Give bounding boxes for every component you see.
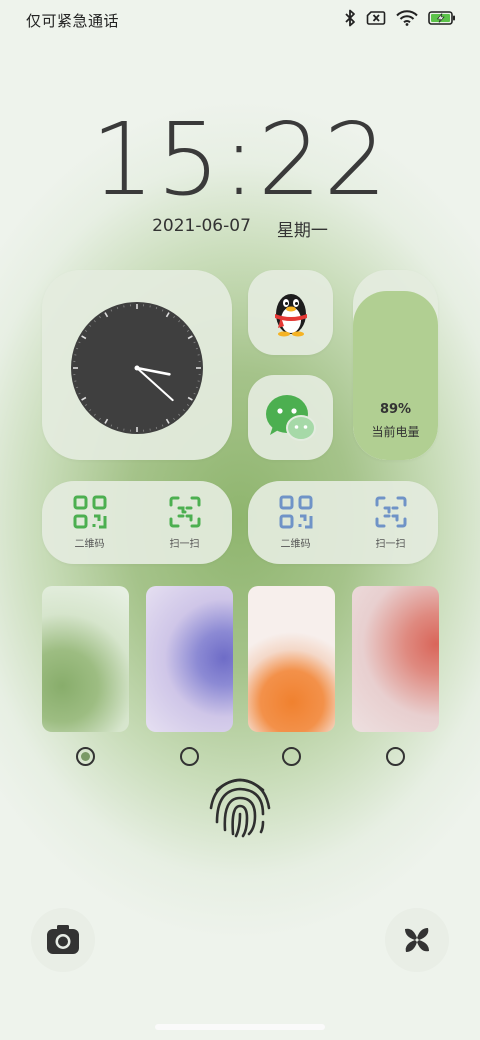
scan-button[interactable]: 扫一扫	[150, 495, 220, 550]
scan-icon	[375, 496, 406, 528]
status-carrier-text: 仅可紧急通话	[26, 12, 120, 30]
theme-radio-green[interactable]	[76, 747, 95, 766]
qq-app-icon[interactable]	[248, 270, 333, 355]
lockscreen-date-row: 2021-06-07 星期一	[0, 216, 480, 241]
shortcut-card-blue: 二维码 扫一扫	[248, 481, 438, 564]
theme-preview-orange[interactable]	[248, 586, 335, 732]
home-indicator[interactable]	[155, 1024, 325, 1030]
shortcut-card-green: 二维码 扫一扫	[42, 481, 232, 564]
wechat-app-icon[interactable]	[248, 375, 333, 460]
status-icons	[344, 9, 456, 27]
scan-label: 扫一扫	[375, 539, 406, 550]
qr-code-icon	[73, 495, 106, 529]
penguin-icon	[275, 294, 307, 337]
pinwheel-icon	[405, 928, 429, 952]
scan-button[interactable]: 扫一扫	[356, 495, 426, 550]
theme-radio-purple[interactable]	[180, 747, 199, 766]
qr-code-icon	[279, 495, 312, 529]
camera-icon	[47, 925, 79, 954]
battery-widget[interactable]: 89% 当前电量	[353, 270, 438, 460]
theme-preview-purple[interactable]	[146, 586, 233, 732]
camera-shortcut-button[interactable]	[31, 908, 95, 972]
lockscreen-time: 15:22	[90, 101, 390, 218]
analog-clock-widget[interactable]	[42, 270, 232, 460]
lockscreen-weekday: 星期一	[276, 221, 328, 241]
analog-clock-face	[71, 302, 203, 434]
no-sim-icon	[366, 11, 386, 25]
theme-preview-red[interactable]	[352, 586, 439, 732]
theme-radio-orange[interactable]	[282, 747, 301, 766]
battery-percent: 89%	[379, 402, 412, 417]
qr-code-label: 二维码	[74, 539, 105, 550]
pinwheel-shortcut-button[interactable]	[385, 908, 449, 972]
battery-label: 当前电量	[371, 425, 420, 439]
theme-radio-red[interactable]	[386, 747, 405, 766]
battery-charging-icon	[428, 11, 455, 25]
fingerprint-icon[interactable]	[203, 768, 277, 842]
chat-bubbles-icon	[266, 395, 316, 441]
qr-code-button[interactable]: 二维码	[55, 495, 125, 550]
bluetooth-icon	[345, 9, 355, 27]
lockscreen-date: 2021-06-07	[152, 216, 251, 236]
qr-code-button[interactable]: 二维码	[261, 495, 331, 550]
wifi-icon	[396, 10, 418, 26]
theme-preview-green[interactable]	[42, 586, 129, 732]
scan-icon	[169, 496, 200, 528]
qr-code-label: 二维码	[280, 539, 311, 550]
scan-label: 扫一扫	[169, 539, 200, 550]
